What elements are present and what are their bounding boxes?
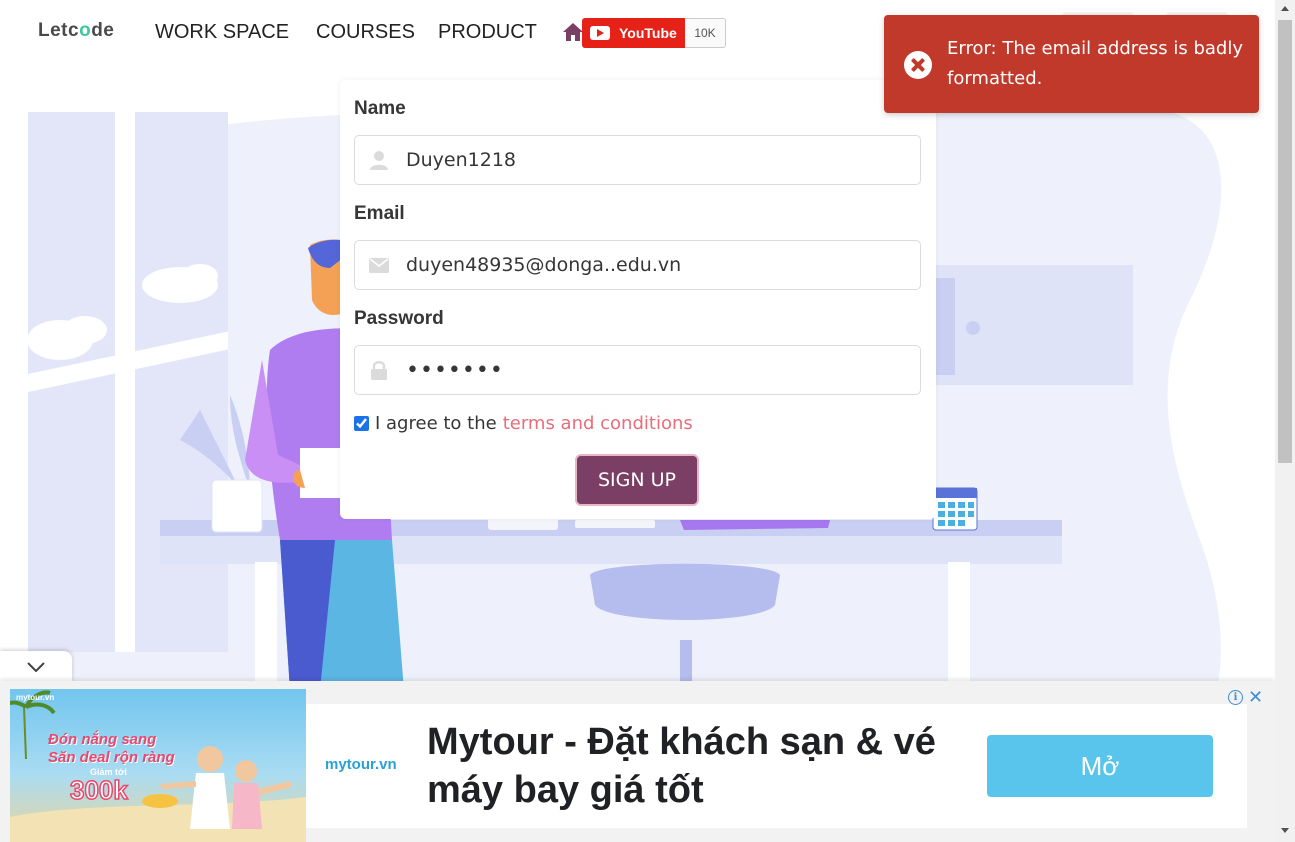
- user-icon: [355, 150, 403, 170]
- scroll-down-arrow-icon[interactable]: [1281, 828, 1289, 833]
- password-field-wrapper: [354, 345, 921, 395]
- agree-text: I agree to the: [375, 413, 497, 434]
- error-toast[interactable]: Error: The email address is badly format…: [884, 15, 1259, 113]
- ad-open-button[interactable]: Mở: [987, 735, 1213, 797]
- ad-collapse-button[interactable]: [0, 651, 72, 682]
- youtube-label: YouTube: [619, 25, 677, 41]
- email-field-wrapper: [354, 240, 921, 290]
- youtube-play-icon: [590, 26, 610, 40]
- ad-content[interactable]: mytour.vn Mytour - Đặt khách sạn & vé má…: [306, 704, 1247, 828]
- error-toast-message: Error: The email address is badly format…: [947, 38, 1243, 89]
- error-circle-icon: [904, 51, 932, 79]
- logo-text-ring: o: [79, 20, 92, 41]
- email-input[interactable]: [406, 254, 906, 276]
- ad-close-icon[interactable]: ✕: [1248, 687, 1263, 708]
- signup-form-card: Name Email Password I agree to the terms…: [340, 80, 936, 519]
- ad-title[interactable]: Mytour - Đặt khách sạn & vé máy bay giá …: [427, 718, 967, 814]
- lock-icon: [355, 360, 403, 380]
- ad-image-price: 300k: [69, 774, 128, 806]
- ad-image[interactable]: mytour.vn Đón nắng sang Săn deal rộn ràn…: [10, 689, 306, 842]
- password-label: Password: [354, 308, 444, 329]
- signup-button[interactable]: SIGN UP: [575, 454, 699, 506]
- logo-text-pre: Letc: [38, 20, 80, 41]
- mytour-logo: mytour.vn: [325, 756, 397, 773]
- chevron-down-icon: [27, 661, 45, 672]
- ad-info-icon[interactable]: i: [1228, 690, 1243, 705]
- agree-terms-row: I agree to the terms and conditions: [354, 413, 693, 434]
- home-icon[interactable]: [562, 22, 584, 42]
- scroll-up-arrow-icon[interactable]: [1281, 6, 1289, 11]
- ad-image-headline-1: Đón nắng sang: [48, 731, 157, 748]
- password-input[interactable]: [406, 357, 906, 383]
- letcode-logo[interactable]: Letcode: [38, 20, 114, 42]
- ad-image-brand: mytour.vn: [16, 693, 55, 702]
- ad-image-headline-2: Săn deal rộn ràng: [48, 749, 175, 766]
- terms-link[interactable]: terms and conditions: [503, 413, 693, 434]
- name-field-wrapper: [354, 135, 921, 185]
- logo-text-post: de: [91, 20, 115, 41]
- name-input[interactable]: [406, 149, 906, 171]
- youtube-subscriber-count: 10K: [685, 18, 726, 48]
- agree-checkbox[interactable]: [354, 416, 369, 431]
- vertical-scrollbar[interactable]: [1275, 0, 1295, 842]
- email-label: Email: [354, 203, 405, 224]
- name-label: Name: [354, 98, 406, 119]
- youtube-subscribe-button[interactable]: YouTube: [582, 18, 685, 48]
- nav-work-space[interactable]: WORK SPACE: [155, 21, 289, 44]
- nav-courses[interactable]: COURSES: [316, 21, 415, 44]
- bottom-ad-banner: mytour.vn Đón nắng sang Săn deal rộn ràn…: [0, 681, 1275, 842]
- scroll-thumb[interactable]: [1278, 20, 1292, 463]
- envelope-icon: [355, 257, 403, 273]
- nav-product[interactable]: PRODUCT: [438, 21, 537, 44]
